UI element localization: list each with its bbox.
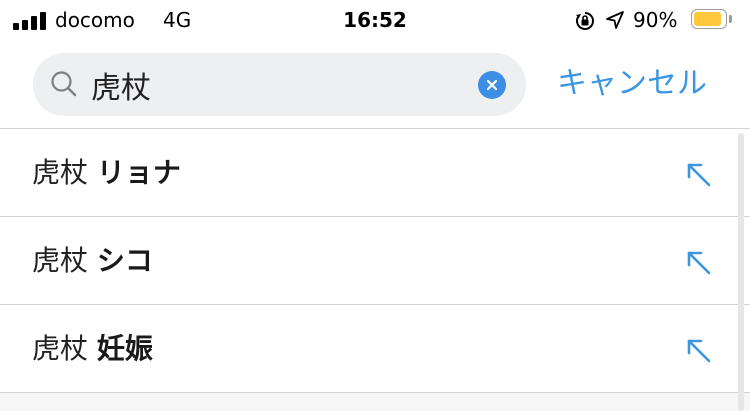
orientation-lock-icon [576, 12, 594, 30]
suggestion-item[interactable]: 虎杖 妊娠 [0, 305, 750, 393]
scrollbar[interactable] [738, 133, 744, 411]
list-footer-area [0, 393, 750, 411]
suggestion-item[interactable]: 虎杖 リョナ [0, 129, 750, 217]
clear-search-button[interactable] [478, 71, 506, 99]
suggestion-suffix: 妊娠 [96, 332, 153, 365]
suggestion-item[interactable]: 虎杖 シコ [0, 217, 750, 305]
suggestion-text: 虎杖 シコ [32, 243, 153, 279]
status-bar: docomo 4G 16:52 90% [0, 0, 750, 40]
fill-query-arrow-icon[interactable] [683, 335, 713, 365]
suggestion-suffix: シコ [96, 244, 153, 277]
battery-fill [694, 12, 721, 26]
battery-percentage: 90% [633, 8, 678, 32]
location-arrow-icon [606, 11, 624, 29]
search-icon [51, 71, 77, 97]
close-icon [486, 79, 498, 91]
fill-query-arrow-icon[interactable] [683, 159, 713, 189]
suggestion-prefix: 虎杖 [32, 156, 89, 189]
fill-query-arrow-icon[interactable] [683, 247, 713, 277]
suggestion-text: 虎杖 リョナ [32, 155, 181, 191]
battery-icon [691, 9, 733, 31]
suggestion-list: 虎杖 リョナ 虎杖 シコ 虎杖 妊娠 [0, 129, 750, 393]
suggestion-prefix: 虎杖 [32, 244, 89, 277]
search-input[interactable] [91, 65, 471, 105]
suggestion-suffix: リョナ [96, 156, 181, 189]
suggestion-prefix: 虎杖 [32, 332, 89, 365]
cancel-button[interactable]: キャンセル [557, 64, 707, 104]
suggestion-text: 虎杖 妊娠 [32, 331, 153, 367]
search-bar[interactable] [33, 53, 526, 116]
